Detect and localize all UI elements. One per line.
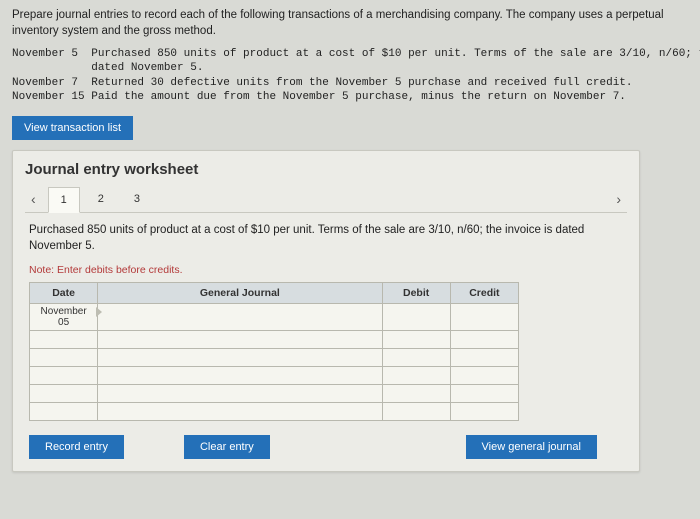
tab-3[interactable]: 3 <box>122 187 152 211</box>
journal-entry-table: Date General Journal Debit Credit Novemb… <box>29 282 519 421</box>
journal-entry-worksheet: Journal entry worksheet ‹ 1 2 3 › Purcha… <box>12 150 640 472</box>
account-cell[interactable] <box>98 403 382 421</box>
debit-cell[interactable] <box>382 331 450 349</box>
col-general-journal: General Journal <box>98 283 382 304</box>
tab-2[interactable]: 2 <box>86 187 116 211</box>
debit-cell[interactable] <box>382 349 450 367</box>
account-cell[interactable] <box>98 304 382 331</box>
account-cell[interactable] <box>98 331 382 349</box>
debit-cell[interactable] <box>382 403 450 421</box>
problem-instructions: Prepare journal entries to record each o… <box>0 0 700 43</box>
date-cell[interactable] <box>30 385 98 403</box>
credit-cell[interactable] <box>450 349 518 367</box>
date-cell[interactable] <box>30 349 98 367</box>
view-general-journal-button[interactable]: View general journal <box>466 435 597 459</box>
account-cell[interactable] <box>98 367 382 385</box>
dropdown-flag-icon <box>96 307 102 317</box>
table-row <box>30 385 519 403</box>
table-row: November 05 <box>30 304 519 331</box>
credit-cell[interactable] <box>450 385 518 403</box>
worksheet-tabs: ‹ 1 2 3 › <box>25 186 627 213</box>
account-cell[interactable] <box>98 349 382 367</box>
date-cell[interactable] <box>30 403 98 421</box>
date-cell[interactable]: November 05 <box>30 304 98 331</box>
debit-cell[interactable] <box>382 367 450 385</box>
table-row <box>30 349 519 367</box>
record-entry-button[interactable]: Record entry <box>29 435 124 459</box>
credit-cell[interactable] <box>450 367 518 385</box>
worksheet-title: Journal entry worksheet <box>25 161 627 178</box>
credit-cell[interactable] <box>450 403 518 421</box>
debits-before-credits-note: Note: Enter debits before credits. <box>29 264 623 276</box>
col-date: Date <box>30 283 98 304</box>
entry-description: Purchased 850 units of product at a cost… <box>29 223 623 254</box>
view-transaction-list-button[interactable]: View transaction list <box>12 116 133 140</box>
account-cell[interactable] <box>98 385 382 403</box>
clear-entry-button[interactable]: Clear entry <box>184 435 270 459</box>
tab-1[interactable]: 1 <box>48 187 80 213</box>
date-value: November 05 <box>41 306 87 328</box>
table-row <box>30 367 519 385</box>
debit-cell[interactable] <box>382 304 450 331</box>
debit-cell[interactable] <box>382 385 450 403</box>
table-row <box>30 331 519 349</box>
date-cell[interactable] <box>30 331 98 349</box>
next-tab-arrow[interactable]: › <box>610 187 627 211</box>
col-debit: Debit <box>382 283 450 304</box>
credit-cell[interactable] <box>450 304 518 331</box>
transaction-list-text: November 5 Purchased 850 units of produc… <box>0 43 700 112</box>
worksheet-button-row: Record entry Clear entry View general jo… <box>29 435 627 459</box>
col-credit: Credit <box>450 283 518 304</box>
prev-tab-arrow[interactable]: ‹ <box>25 187 42 211</box>
date-cell[interactable] <box>30 367 98 385</box>
table-row <box>30 403 519 421</box>
credit-cell[interactable] <box>450 331 518 349</box>
